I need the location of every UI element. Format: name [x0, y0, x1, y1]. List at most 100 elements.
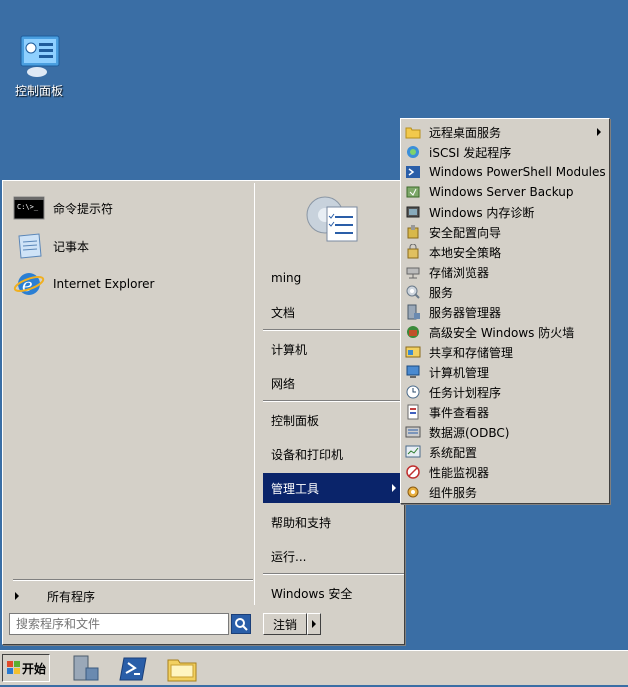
submenu-item-services[interactable]: 服务 — [403, 282, 607, 302]
separator — [263, 400, 404, 402]
submenu-item-memory-diagnostic[interactable]: Windows 内存诊断 — [403, 202, 607, 222]
logoff-label: 注销 — [272, 617, 297, 632]
submenu-item-odbc[interactable]: 数据源(ODBC) — [403, 422, 607, 442]
submenu-item-performance-monitor[interactable]: 性能监视器 — [403, 462, 607, 482]
shutdown-options-button[interactable] — [307, 613, 321, 635]
explorer-icon — [167, 659, 197, 682]
server-manager-icon — [407, 304, 420, 320]
search-input[interactable] — [9, 613, 229, 635]
computer-label: 计算机 — [271, 342, 308, 357]
submenu-item-local-security-policy[interactable]: 本地安全策略 — [403, 242, 607, 262]
ie-icon: e — [13, 270, 45, 298]
submenu-item-label: 组件服务 — [429, 485, 478, 500]
submenu-item-iscsi[interactable]: iSCSI 发起程序 — [403, 142, 607, 162]
program-item-ie[interactable]: e Internet Explorer — [13, 267, 154, 301]
memory-diagnostic-icon — [406, 206, 420, 218]
submenu-item-label: iSCSI 发起程序 — [429, 145, 512, 160]
documents-label: 文档 — [271, 305, 296, 320]
submenu-item-firewall[interactable]: 高级安全 Windows 防火墙 — [403, 322, 607, 342]
submenu-item-label: 计算机管理 — [429, 365, 490, 380]
taskbar-server-manager[interactable] — [70, 654, 102, 684]
search-icon — [235, 618, 248, 631]
program-label: 记事本 — [53, 239, 90, 254]
devices-label: 设备和打印机 — [271, 447, 344, 462]
admin-tools-submenu: 远程桌面服务 iSCSI 发起程序 Windows PowerShell Mod… — [400, 118, 610, 504]
submenu-item-event-viewer[interactable]: 事件查看器 — [403, 402, 607, 422]
start-button[interactable]: 开始 — [2, 654, 50, 682]
admin-tools-item[interactable]: 管理工具 — [263, 473, 404, 503]
submenu-item-server-backup[interactable]: Windows Server Backup — [403, 182, 607, 202]
submenu-item-task-scheduler[interactable]: 任务计划程序 — [403, 382, 607, 402]
start-label: 开始 — [22, 661, 47, 676]
submenu-item-label: Windows Server Backup — [429, 185, 574, 199]
taskbar: 开始 — [0, 650, 628, 685]
user-folder-item[interactable]: ming — [263, 263, 404, 293]
submenu-item-remote-desktop-services[interactable]: 远程桌面服务 — [403, 122, 607, 142]
submenu-item-label: 事件查看器 — [429, 405, 490, 420]
firewall-icon — [407, 326, 419, 338]
computer-management-icon — [406, 365, 420, 378]
component-services-icon — [407, 486, 419, 498]
taskbar-powershell[interactable] — [118, 654, 150, 684]
documents-item[interactable]: 文档 — [263, 297, 404, 327]
svg-text:C:\>_: C:\>_ — [17, 203, 39, 211]
powershell-icon — [119, 657, 147, 681]
control-panel-item[interactable]: 控制面板 — [263, 405, 404, 435]
all-programs-label: 所有程序 — [47, 589, 96, 604]
submenu-item-share-storage[interactable]: 共享和存储管理 — [403, 342, 607, 362]
submenu-item-component-services[interactable]: 组件服务 — [403, 482, 607, 502]
submenu-item-label: Windows PowerShell Modules — [429, 165, 606, 179]
folder-icon — [405, 127, 421, 139]
search-row — [9, 612, 253, 636]
user-picture-icon — [299, 187, 363, 247]
computer-item[interactable]: 计算机 — [263, 334, 404, 364]
submenu-item-label: 存储浏览器 — [429, 265, 490, 280]
start-menu: C:\>_ 命令提示符 记事本 e Internet Explorer 所有程序 — [2, 180, 405, 645]
submenu-item-storage-explorer[interactable]: 存储浏览器 — [403, 262, 607, 282]
desktop-icon-label: 控制面板 — [14, 84, 63, 98]
event-viewer-icon — [407, 404, 419, 420]
submenu-item-server-manager[interactable]: 服务器管理器 — [403, 302, 607, 322]
submenu-item-computer-management[interactable]: 计算机管理 — [403, 362, 607, 382]
help-support-item[interactable]: 帮助和支持 — [263, 507, 404, 537]
powershell-icon — [406, 166, 420, 178]
chevron-right-icon — [312, 620, 316, 628]
network-item[interactable]: 网络 — [263, 368, 404, 398]
desktop-icon-control-panel[interactable]: 控制面板 — [8, 34, 70, 99]
help-label: 帮助和支持 — [271, 515, 332, 530]
network-label: 网络 — [271, 376, 296, 391]
performance-monitor-icon — [406, 465, 420, 479]
program-item-notepad[interactable]: 记事本 — [13, 229, 89, 263]
system-config-icon — [405, 445, 421, 458]
logoff-button[interactable]: 注销 — [263, 613, 307, 635]
run-label: 运行... — [271, 549, 307, 564]
separator — [13, 579, 253, 581]
chevron-right-icon — [392, 484, 396, 492]
logoff-row: 注销 — [263, 613, 321, 635]
submenu-item-security-wizard[interactable]: 安全配置向导 — [403, 222, 607, 242]
program-item-cmd[interactable]: C:\>_ 命令提示符 — [13, 191, 113, 225]
run-item[interactable]: 运行... — [263, 541, 404, 571]
submenu-item-system-config[interactable]: 系统配置 — [403, 442, 607, 462]
submenu-item-label: 本地安全策略 — [429, 245, 502, 260]
program-label: 命令提示符 — [53, 201, 114, 216]
all-programs-button[interactable]: 所有程序 — [13, 586, 253, 606]
submenu-item-label: 高级安全 Windows 防火墙 — [429, 325, 575, 340]
submenu-item-powershell-modules[interactable]: Windows PowerShell Modules — [403, 162, 607, 182]
start-menu-places-pane: ming 文档 计算机 网络 控制面板 设备和打印机 管理工具 帮助和支持 运行… — [259, 183, 404, 643]
taskbar-explorer[interactable] — [166, 654, 198, 684]
search-button[interactable] — [231, 614, 251, 634]
iscsi-icon — [407, 146, 419, 158]
odbc-icon — [405, 426, 421, 438]
user-name: ming — [271, 271, 302, 285]
windows-security-item[interactable]: Windows 安全 — [263, 578, 404, 608]
submenu-item-label: 服务器管理器 — [429, 305, 502, 320]
devices-printers-item[interactable]: 设备和打印机 — [263, 439, 404, 469]
server-manager-icon — [73, 655, 99, 681]
cmd-icon: C:\>_ — [13, 194, 45, 222]
submenu-item-label: 共享和存储管理 — [429, 345, 514, 360]
control-panel-label: 控制面板 — [271, 413, 320, 428]
admin-tools-label: 管理工具 — [271, 481, 320, 496]
windows-logo-icon — [7, 661, 20, 674]
program-label: Internet Explorer — [53, 277, 155, 291]
